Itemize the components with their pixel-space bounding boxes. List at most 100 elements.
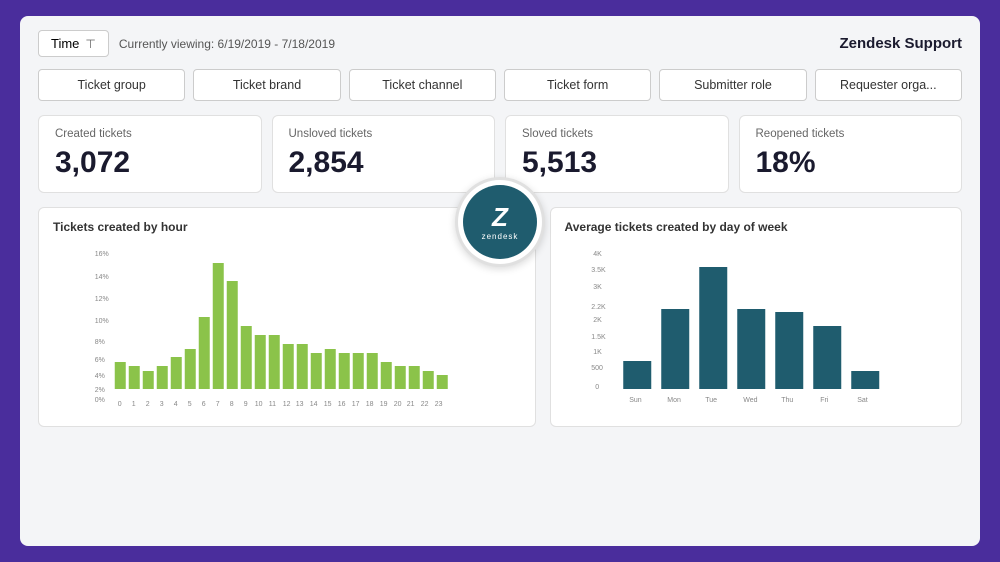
bar-0 — [115, 362, 126, 389]
bar-7 — [213, 263, 224, 389]
svg-text:10%: 10% — [95, 318, 109, 325]
zendesk-logo: Z zendesk — [455, 177, 545, 267]
svg-text:0: 0 — [595, 384, 599, 391]
stat-unsolved-tickets: Unsloved tickets 2,854 — [272, 115, 496, 193]
svg-text:7: 7 — [216, 401, 220, 408]
bar-mon — [661, 309, 689, 389]
segment-ticket-channel[interactable]: Ticket channel — [349, 69, 496, 101]
svg-text:Wed: Wed — [743, 397, 757, 404]
svg-text:4%: 4% — [95, 373, 105, 380]
stat-reopened-value: 18% — [756, 146, 946, 180]
svg-text:8%: 8% — [95, 339, 105, 346]
svg-text:14: 14 — [310, 401, 318, 408]
viewing-text: Currently viewing: 6/19/2019 - 7/18/2019 — [119, 37, 335, 51]
svg-text:16%: 16% — [95, 251, 109, 258]
bar-9 — [241, 326, 252, 389]
segment-ticket-brand[interactable]: Ticket brand — [193, 69, 340, 101]
bar-12 — [283, 344, 294, 389]
filter-section: Time ⊤ Currently viewing: 6/19/2019 - 7/… — [38, 30, 335, 57]
svg-text:6%: 6% — [95, 357, 105, 364]
bar-6 — [199, 317, 210, 389]
stat-created-label: Created tickets — [55, 128, 245, 140]
bar-3 — [157, 366, 168, 389]
bar-17 — [353, 353, 364, 389]
svg-text:1.5K: 1.5K — [591, 334, 606, 341]
stat-unsolved-value: 2,854 — [289, 146, 479, 180]
svg-text:6: 6 — [202, 401, 206, 408]
svg-text:Sun: Sun — [629, 397, 642, 404]
main-container: Time ⊤ Currently viewing: 6/19/2019 - 7/… — [20, 16, 980, 546]
svg-text:16: 16 — [338, 401, 346, 408]
bar-sat — [851, 371, 879, 389]
bar-22 — [423, 371, 434, 389]
svg-text:20: 20 — [394, 401, 402, 408]
segment-ticket-form[interactable]: Ticket form — [504, 69, 651, 101]
zendesk-letter: Z — [492, 204, 508, 230]
svg-text:5: 5 — [188, 401, 192, 408]
svg-text:11: 11 — [269, 401, 276, 408]
svg-text:0%: 0% — [95, 397, 105, 404]
bar-10 — [255, 335, 266, 389]
segment-requester-orga[interactable]: Requester orga... — [815, 69, 962, 101]
svg-text:4: 4 — [174, 401, 178, 408]
svg-text:Mon: Mon — [667, 397, 681, 404]
svg-text:12%: 12% — [95, 296, 109, 303]
svg-text:500: 500 — [591, 365, 603, 372]
stat-solved-tickets: Sloved tickets 5,513 — [505, 115, 729, 193]
zendesk-logo-inner: Z zendesk — [463, 185, 537, 259]
bar-16 — [339, 353, 350, 389]
segment-submitter-role[interactable]: Submitter role — [659, 69, 806, 101]
svg-text:0: 0 — [118, 401, 122, 408]
bar-21 — [409, 366, 420, 389]
bar-chart-hour: 16% 14% 12% 10% 8% 6% 4% 2% 0% — [53, 244, 521, 409]
svg-text:Fri: Fri — [820, 397, 829, 404]
stat-reopened-tickets: Reopened tickets 18% — [739, 115, 963, 193]
segment-row: Ticket group Ticket brand Ticket channel… — [38, 69, 962, 101]
svg-text:Sat: Sat — [857, 397, 868, 404]
bar-wed — [737, 309, 765, 389]
bar-fri — [813, 326, 841, 389]
svg-text:2%: 2% — [95, 387, 105, 394]
time-label: Time — [51, 36, 79, 51]
header-row: Time ⊤ Currently viewing: 6/19/2019 - 7/… — [38, 30, 962, 57]
brand-title: Zendesk Support — [839, 35, 962, 52]
svg-text:22: 22 — [421, 401, 429, 408]
svg-text:2K: 2K — [593, 317, 602, 324]
stat-unsolved-label: Unsloved tickets — [289, 128, 479, 140]
filter-icon: ⊤ — [85, 37, 95, 51]
svg-text:1K: 1K — [593, 349, 602, 356]
bar-5 — [185, 349, 196, 389]
bar-18 — [367, 353, 378, 389]
stat-created-tickets: Created tickets 3,072 — [38, 115, 262, 193]
bar-tue — [699, 267, 727, 389]
svg-text:Tue: Tue — [705, 397, 717, 404]
svg-text:8: 8 — [230, 401, 234, 408]
bar-13 — [297, 344, 308, 389]
chart-left-title: Tickets created by hour — [53, 220, 521, 234]
svg-text:14%: 14% — [95, 274, 109, 281]
bar-8 — [227, 281, 238, 389]
stat-solved-label: Sloved tickets — [522, 128, 712, 140]
svg-text:9: 9 — [244, 401, 248, 408]
bar-1 — [129, 366, 140, 389]
bar-14 — [311, 353, 322, 389]
svg-text:13: 13 — [296, 401, 304, 408]
svg-text:12: 12 — [283, 401, 291, 408]
bar-2 — [143, 371, 154, 389]
bar-4 — [171, 357, 182, 389]
svg-text:4K: 4K — [593, 251, 602, 258]
zendesk-name: zendesk — [482, 232, 519, 241]
bar-23 — [437, 375, 448, 389]
svg-text:2.2K: 2.2K — [591, 304, 606, 311]
charts-row: Z zendesk Tickets created by hour 16% 14… — [38, 207, 962, 427]
svg-text:3.5K: 3.5K — [591, 267, 606, 274]
svg-text:3: 3 — [160, 401, 164, 408]
stat-created-value: 3,072 — [55, 146, 245, 180]
svg-text:21: 21 — [407, 401, 415, 408]
chart-tickets-by-day: Average tickets created by day of week 4… — [550, 207, 963, 427]
svg-text:2: 2 — [146, 401, 150, 408]
svg-text:18: 18 — [366, 401, 374, 408]
time-filter-button[interactable]: Time ⊤ — [38, 30, 109, 57]
stat-solved-value: 5,513 — [522, 146, 712, 180]
segment-ticket-group[interactable]: Ticket group — [38, 69, 185, 101]
